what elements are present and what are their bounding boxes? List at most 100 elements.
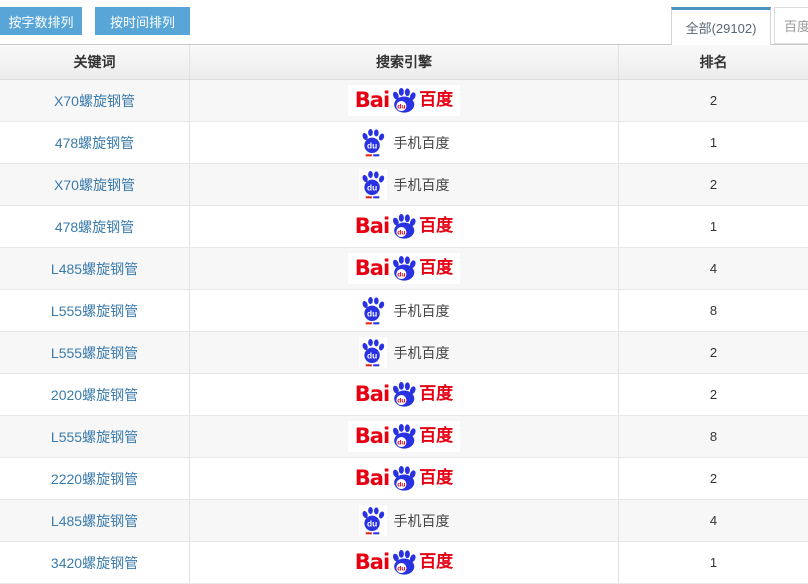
baidu-pc-logo: Bai du 百度 xyxy=(348,211,460,242)
baidu-mobile-logo: du 手机百度 xyxy=(359,169,450,200)
tab-all[interactable]: 全部(29102) xyxy=(671,7,771,45)
keyword-cell: L485螺旋钢管 xyxy=(0,248,190,289)
rank-value: 8 xyxy=(710,429,717,444)
rank-value: 2 xyxy=(710,93,717,108)
rank-value: 1 xyxy=(710,219,717,234)
keyword-cell: 478螺旋钢管 xyxy=(0,206,190,247)
rank-value: 1 xyxy=(710,555,717,570)
header-rank: 排名 xyxy=(619,45,808,79)
baidu-paw-icon: du xyxy=(390,87,417,114)
rank-cell: 1 xyxy=(619,542,808,583)
keyword-link[interactable]: 478螺旋钢管 xyxy=(55,133,134,153)
sort-by-words-button[interactable]: 按字数排列 xyxy=(0,7,82,35)
baidu-mobile-label: 手机百度 xyxy=(394,304,450,318)
rank-cell: 1 xyxy=(619,122,808,163)
baidu-mobile-logo: du 手机百度 xyxy=(359,295,450,326)
svg-text:du: du xyxy=(397,566,405,573)
keyword-link[interactable]: 2220螺旋钢管 xyxy=(51,469,138,489)
rank-cell: 4 xyxy=(619,500,808,541)
svg-text:du: du xyxy=(366,182,376,192)
baidu-cn-text: 百度 xyxy=(419,92,453,109)
baidu-cn-text: 百度 xyxy=(419,386,453,403)
baidu-pc-logo: Bai du 百度 xyxy=(348,253,460,284)
keyword-cell: X70螺旋钢管 xyxy=(0,164,190,205)
search-engine-cell: Bai du 百度 xyxy=(190,80,619,121)
rank-cell: 8 xyxy=(619,290,808,331)
search-engine-cell: du 手机百度 xyxy=(190,332,619,373)
search-engine-cell: du 手机百度 xyxy=(190,500,619,541)
baidu-paw-icon: du xyxy=(390,549,417,576)
rank-cell: 4 xyxy=(619,248,808,289)
svg-text:du: du xyxy=(397,440,405,447)
keyword-cell: 3420螺旋钢管 xyxy=(0,542,190,583)
keyword-link[interactable]: X70螺旋钢管 xyxy=(54,91,135,111)
keyword-cell: L555螺旋钢管 xyxy=(0,332,190,373)
baidu-pc-logo: Bai du 百度 xyxy=(348,421,460,452)
search-engine-cell: Bai du 百度 xyxy=(190,206,619,247)
baidu-pc-logo: Bai du 百度 xyxy=(348,85,460,116)
keyword-cell: L555螺旋钢管 xyxy=(0,290,190,331)
baidu-mobile-logo: du 手机百度 xyxy=(359,505,450,536)
baidu-cn-text: 百度 xyxy=(419,470,453,487)
keyword-link[interactable]: L485螺旋钢管 xyxy=(51,259,138,279)
baidu-pc-logo: Bai du 百度 xyxy=(348,379,460,410)
baidu-paw-icon: du xyxy=(390,381,417,408)
keyword-link[interactable]: 2020螺旋钢管 xyxy=(51,385,138,405)
table-row: X70螺旋钢管 du 手机百度 xyxy=(0,164,808,206)
baidu-cn-text: 百度 xyxy=(419,218,453,235)
keyword-cell: 478螺旋钢管 xyxy=(0,122,190,163)
table-row: 2020螺旋钢管 Bai du 百度 2 xyxy=(0,374,808,416)
svg-text:du: du xyxy=(397,230,405,237)
baidu-mobile-logo: du 手机百度 xyxy=(359,337,450,368)
tab-baidu[interactable]: 百度 xyxy=(774,7,808,44)
search-engine-cell: du 手机百度 xyxy=(190,122,619,163)
rank-value: 2 xyxy=(710,471,717,486)
table-row: 478螺旋钢管 Bai du 百度 1 xyxy=(0,206,808,248)
baidu-mobile-label: 手机百度 xyxy=(394,514,450,528)
search-engine-cell: du 手机百度 xyxy=(190,164,619,205)
baidu-mobile-label: 手机百度 xyxy=(394,178,450,192)
svg-text:du: du xyxy=(366,350,376,360)
baidu-mobile-icon: du xyxy=(359,295,387,326)
keyword-cell: L485螺旋钢管 xyxy=(0,500,190,541)
keyword-link[interactable]: L555螺旋钢管 xyxy=(51,301,138,321)
header-search-engine: 搜索引擎 xyxy=(190,45,619,79)
svg-text:du: du xyxy=(366,308,376,318)
table-row: 3420螺旋钢管 Bai du 百度 1 xyxy=(0,542,808,584)
rank-value: 4 xyxy=(710,513,717,528)
header-keyword: 关键词 xyxy=(0,45,190,79)
keyword-link[interactable]: L485螺旋钢管 xyxy=(51,511,138,531)
keyword-cell: X70螺旋钢管 xyxy=(0,80,190,121)
baidu-cn-text: 百度 xyxy=(419,554,453,571)
svg-text:du: du xyxy=(397,398,405,405)
rank-cell: 2 xyxy=(619,374,808,415)
rank-value: 8 xyxy=(710,303,717,318)
sort-by-time-button[interactable]: 按时间排列 xyxy=(95,7,190,35)
keyword-cell: 2220螺旋钢管 xyxy=(0,458,190,499)
keyword-link[interactable]: X70螺旋钢管 xyxy=(54,175,135,195)
baidu-pc-logo: Bai du 百度 xyxy=(348,463,460,494)
table-row: L555螺旋钢管 du 手机百度 xyxy=(0,290,808,332)
rank-cell: 2 xyxy=(619,80,808,121)
keyword-cell: L555螺旋钢管 xyxy=(0,416,190,457)
baidu-mobile-label: 手机百度 xyxy=(394,136,450,150)
keyword-link[interactable]: 3420螺旋钢管 xyxy=(51,553,138,573)
search-engine-cell: Bai du 百度 xyxy=(190,416,619,457)
rank-cell: 1 xyxy=(619,206,808,247)
keyword-link[interactable]: L555螺旋钢管 xyxy=(51,427,138,447)
rank-value: 2 xyxy=(710,345,717,360)
table-row: L485螺旋钢管 du 手机百度 xyxy=(0,500,808,542)
keyword-link[interactable]: 478螺旋钢管 xyxy=(55,217,134,237)
baidu-mobile-icon: du xyxy=(359,337,387,368)
rank-cell: 2 xyxy=(619,332,808,373)
baidu-mobile-label: 手机百度 xyxy=(394,346,450,360)
search-engine-cell: Bai du 百度 xyxy=(190,542,619,583)
search-engine-cell: Bai du 百度 xyxy=(190,458,619,499)
baidu-bai-text: Bai xyxy=(355,384,389,405)
keyword-cell: 2020螺旋钢管 xyxy=(0,374,190,415)
baidu-mobile-icon: du xyxy=(359,127,387,158)
baidu-bai-text: Bai xyxy=(355,468,389,489)
keyword-link[interactable]: L555螺旋钢管 xyxy=(51,343,138,363)
search-engine-cell: Bai du 百度 xyxy=(190,374,619,415)
table-header-row: 关键词 搜索引擎 排名 xyxy=(0,45,808,80)
